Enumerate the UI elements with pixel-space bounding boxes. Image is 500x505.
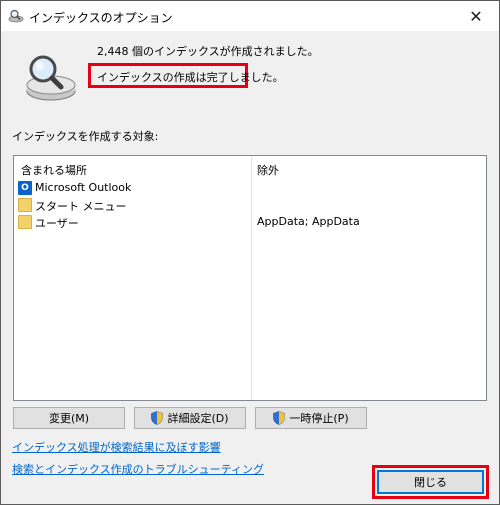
list-item[interactable]: ユーザー AppData; AppData [17,214,483,231]
list-item[interactable]: スタート メニュー [17,197,483,214]
folder-icon [18,215,32,229]
location-name: ユーザー [35,217,79,230]
location-name: スタート メニュー [35,200,127,213]
uac-shield-icon [151,411,164,425]
modify-button[interactable]: 変更(M) [13,407,125,429]
indexing-affect-link[interactable]: インデックス処理が検索結果に及ぼす影響 [12,439,221,455]
column-header-location[interactable]: 含まれる場所 [21,162,87,178]
uac-shield-icon [273,411,286,425]
close-icon[interactable]: ✕ [453,1,499,31]
indexing-options-window: インデックスのオプション ✕ 2,448 個のインデックスが作成されました。 イ… [0,0,500,505]
included-locations-label: インデックスを作成する対象: [12,130,159,143]
indexed-count-text: 2,448 個のインデックスが作成されました。 [97,45,319,58]
close-button-label: 閉じる [414,476,447,489]
close-button[interactable]: 閉じる [377,470,484,494]
pause-button[interactable]: 一時停止(P) [255,407,367,429]
advanced-button-label: 詳細設定(D) [167,412,229,425]
location-exclude: AppData; AppData [257,215,360,228]
column-header-exclude[interactable]: 除外 [257,162,279,178]
folder-icon [18,198,32,212]
indexing-options-icon [8,9,24,23]
advanced-button[interactable]: 詳細設定(D) [134,407,246,429]
outlook-icon: O [18,181,32,195]
modify-button-label: 変更(M) [48,412,90,425]
indexing-status-text: インデックスの作成は完了しました。 [97,71,284,84]
magnifier-drive-icon [26,55,76,101]
included-locations-list[interactable]: 含まれる場所 除外 O Microsoft Outlook スタート メニュー … [13,155,487,401]
troubleshoot-link[interactable]: 検索とインデックス作成のトラブルシューティング [12,461,264,477]
pause-button-label: 一時停止(P) [289,412,349,425]
location-name: Microsoft Outlook [35,181,132,194]
title-bar[interactable]: インデックスのオプション ✕ [1,1,499,31]
window-title: インデックスのオプション [29,11,173,25]
list-item[interactable]: O Microsoft Outlook [17,180,483,197]
